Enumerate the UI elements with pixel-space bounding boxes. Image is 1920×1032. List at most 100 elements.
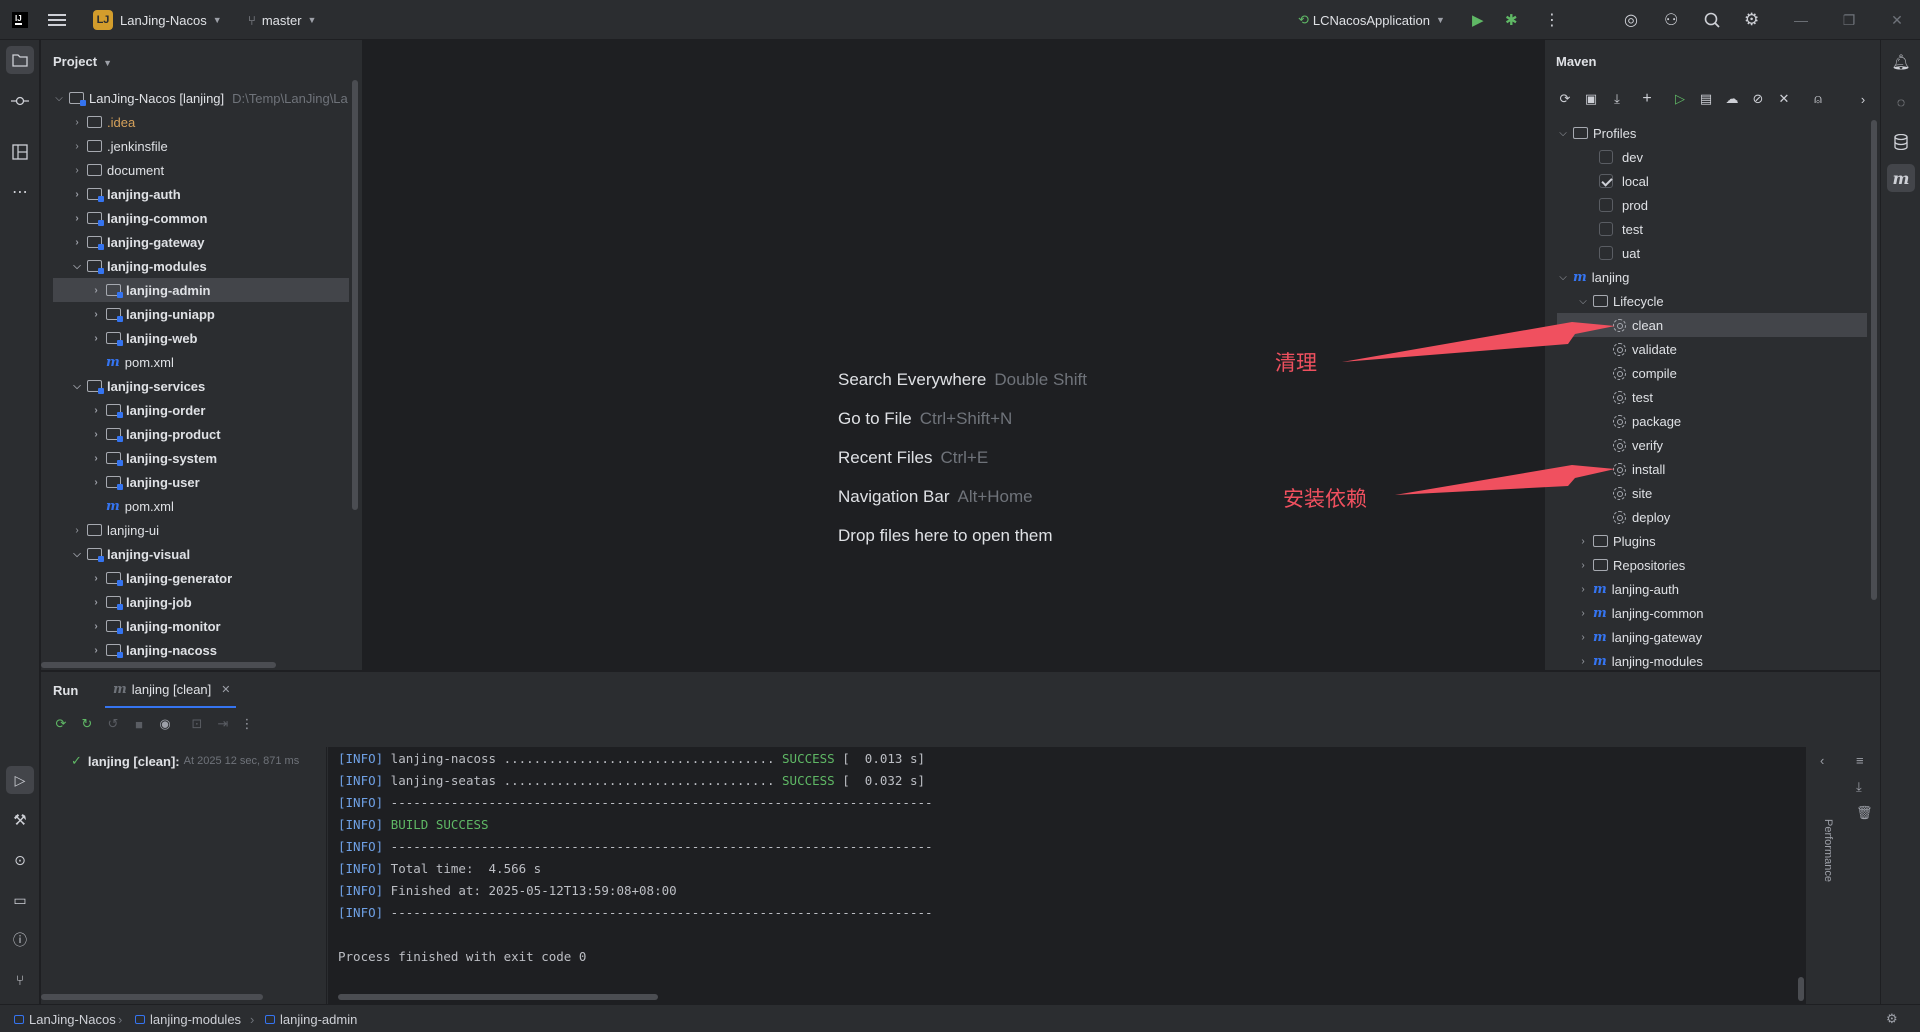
lifecycle-compile[interactable]: compile — [1613, 361, 1677, 385]
breadcrumb-project[interactable]: LanJing-Nacos — [14, 1005, 116, 1032]
tree-item-lanjing-monitor[interactable]: › lanjing-monitor — [88, 614, 221, 638]
tree-item-lanjing-modules[interactable]: ⌵ lanjing-modules — [69, 254, 207, 278]
tree-item-jenkinsfile[interactable]: › .jenkinsfile — [69, 134, 167, 158]
close-icon[interactable]: ✕ — [1874, 0, 1920, 40]
settings-gear-icon[interactable]: ⚙ — [1744, 0, 1759, 40]
git-status-icon[interactable]: ⚙ — [1886, 1005, 1898, 1032]
tree-item-lanjing-admin[interactable]: › lanjing-admin — [53, 278, 349, 302]
lifecycle-deploy[interactable]: deploy — [1613, 505, 1670, 529]
execute-goal-icon[interactable]: ▤ — [1695, 88, 1717, 110]
rerun-failed-icon[interactable]: ↻ — [77, 714, 97, 734]
services-icon[interactable]: ⊙ — [6, 846, 34, 874]
minimize-icon[interactable]: — — [1778, 0, 1824, 40]
tree-item-lanjing-order[interactable]: › lanjing-order — [88, 398, 205, 422]
search-icon[interactable] — [1704, 0, 1720, 40]
run-tool-icon[interactable]: ▷ — [6, 766, 34, 794]
more-actions-icon[interactable]: ⋮ — [1544, 0, 1560, 40]
tree-item-lanjing-uniapp[interactable]: › lanjing-uniapp — [88, 302, 215, 326]
maven-module-lanjing-gateway[interactable]: › m lanjing-gateway — [1575, 625, 1702, 649]
lifecycle-test[interactable]: test — [1613, 385, 1653, 409]
project-folder-icon[interactable] — [6, 46, 34, 74]
maven-project-lanjing[interactable]: ⌵ m lanjing — [1555, 265, 1629, 289]
scroll-to-end-icon[interactable]: ⤓ — [1856, 779, 1862, 795]
run-icon[interactable]: ▶ — [1472, 0, 1484, 40]
toggle-auto-test-icon[interactable]: ↺ — [103, 714, 123, 734]
soft-wrap-icon[interactable]: ≡ — [1856, 753, 1864, 768]
main-menu-icon[interactable] — [48, 0, 66, 40]
show-dependencies-icon[interactable]: ⍝ — [1807, 88, 1829, 110]
run-config-selector[interactable]: ⟲ LCNacosApplication ▼ — [1298, 0, 1445, 40]
generate-sources-icon[interactable]: ▣ — [1580, 88, 1602, 110]
structure-icon[interactable] — [6, 138, 34, 166]
ai-assistant-icon[interactable]: ◎ — [1624, 0, 1638, 40]
project-panel-title[interactable]: Project ▼ — [53, 54, 112, 69]
export-icon[interactable]: ⇥ — [213, 714, 233, 734]
show-output-eye-icon[interactable]: ◉ — [155, 714, 175, 734]
profile-checkbox[interactable] — [1599, 246, 1613, 260]
profile-uat[interactable]: uat — [1599, 241, 1640, 265]
maven-tool-icon[interactable]: m — [1887, 164, 1915, 192]
project-switcher[interactable]: LJ LanJing-Nacos ▼ — [93, 0, 222, 40]
reload-icon[interactable]: ⟳ — [1554, 88, 1576, 110]
maven-plugins[interactable]: › Plugins — [1575, 529, 1655, 553]
lifecycle-clean[interactable]: clean — [1557, 313, 1867, 337]
tree-item-pom-modules[interactable]: m pom.xml — [104, 350, 174, 374]
maven-module-lanjing-common[interactable]: › m lanjing-common — [1575, 601, 1703, 625]
maximize-icon[interactable]: ❐ — [1826, 0, 1872, 40]
profile-checkbox[interactable] — [1599, 198, 1613, 212]
tree-item-lanjing-nacoss[interactable]: › lanjing-nacoss — [88, 638, 217, 662]
profile-dev[interactable]: dev — [1599, 145, 1643, 169]
maven-profiles[interactable]: ⌵ Profiles — [1555, 121, 1636, 145]
branch-switcher[interactable]: ⑂ master ▼ — [248, 0, 316, 40]
more-tools-icon[interactable]: ⋯ — [6, 178, 34, 206]
tree-item-lanjing-user[interactable]: › lanjing-user — [88, 470, 200, 494]
tree-item-lanjing-job[interactable]: › lanjing-job — [88, 590, 192, 614]
tab-lanjing-clean[interactable]: m lanjing [clean] ✕ — [105, 672, 237, 708]
chevron-left-icon[interactable]: ‹ — [1820, 753, 1824, 768]
tree-item-document[interactable]: › document — [69, 158, 164, 182]
project-scrollbar[interactable] — [352, 80, 358, 510]
breadcrumb-admin[interactable]: lanjing-admin — [265, 1005, 357, 1032]
lifecycle-site[interactable]: site — [1613, 481, 1652, 505]
lifecycle-validate[interactable]: validate — [1613, 337, 1677, 361]
profile-local[interactable]: local — [1599, 169, 1649, 193]
tree-item-lanjing-ui[interactable]: › lanjing-ui — [69, 518, 159, 542]
profile-checkbox[interactable] — [1599, 150, 1613, 164]
lifecycle-package[interactable]: package — [1613, 409, 1681, 433]
app-logo-icon[interactable]: IJ — [12, 0, 28, 40]
git-icon[interactable]: ⑂ — [6, 966, 34, 994]
tree-item-lanjing-generator[interactable]: › lanjing-generator — [88, 566, 232, 590]
clear-trash-icon[interactable]: 🗑︎ — [1856, 805, 1873, 821]
tree-item-lanjing-product[interactable]: › lanjing-product — [88, 422, 221, 446]
maven-module-lanjing-modules[interactable]: › m lanjing-modules — [1575, 649, 1703, 670]
performance-tab[interactable]: Performance — [1822, 819, 1834, 882]
lifecycle-install[interactable]: install — [1613, 457, 1665, 481]
tree-item-idea[interactable]: › .idea — [69, 110, 135, 134]
maven-module-lanjing-auth[interactable]: › m lanjing-auth — [1575, 577, 1679, 601]
maven-scrollbar[interactable] — [1871, 120, 1877, 600]
problems-icon[interactable]: ⓘ — [6, 926, 34, 954]
tree-item-lanjing-common[interactable]: › lanjing-common — [69, 206, 207, 230]
build-hammer-icon[interactable]: ⚒ — [6, 806, 34, 834]
debug-icon[interactable]: ✱ — [1505, 0, 1518, 40]
collapse-all-icon[interactable]: ✕ — [1773, 88, 1795, 110]
maven-repositories[interactable]: › Repositories — [1575, 553, 1685, 577]
ai-chat-icon[interactable]: ◌ — [1887, 88, 1915, 116]
console-v-scrollbar[interactable] — [1798, 977, 1804, 1001]
lifecycle-verify[interactable]: verify — [1613, 433, 1663, 457]
commit-icon[interactable] — [6, 87, 34, 115]
tree-item-lanjing-auth[interactable]: › lanjing-auth — [69, 182, 181, 206]
profile-test[interactable]: test — [1599, 217, 1643, 241]
close-tab-icon[interactable]: ✕ — [221, 683, 230, 696]
run-maven-icon[interactable]: ▷ — [1669, 88, 1691, 110]
tree-item-lanjing-system[interactable]: › lanjing-system — [88, 446, 217, 470]
tab-run[interactable]: Run — [53, 672, 78, 708]
console-h-scrollbar[interactable] — [338, 994, 658, 1000]
add-user-icon[interactable]: ⚇ — [1664, 0, 1678, 40]
tree-item-lanjing-gateway[interactable]: › lanjing-gateway — [69, 230, 205, 254]
profile-checkbox[interactable] — [1599, 174, 1613, 188]
run-tree-h-scrollbar[interactable] — [41, 994, 263, 1000]
breadcrumb-modules[interactable]: lanjing-modules — [135, 1005, 241, 1032]
profile-checkbox[interactable] — [1599, 222, 1613, 236]
rerun-icon[interactable]: ⟳ — [51, 714, 71, 734]
